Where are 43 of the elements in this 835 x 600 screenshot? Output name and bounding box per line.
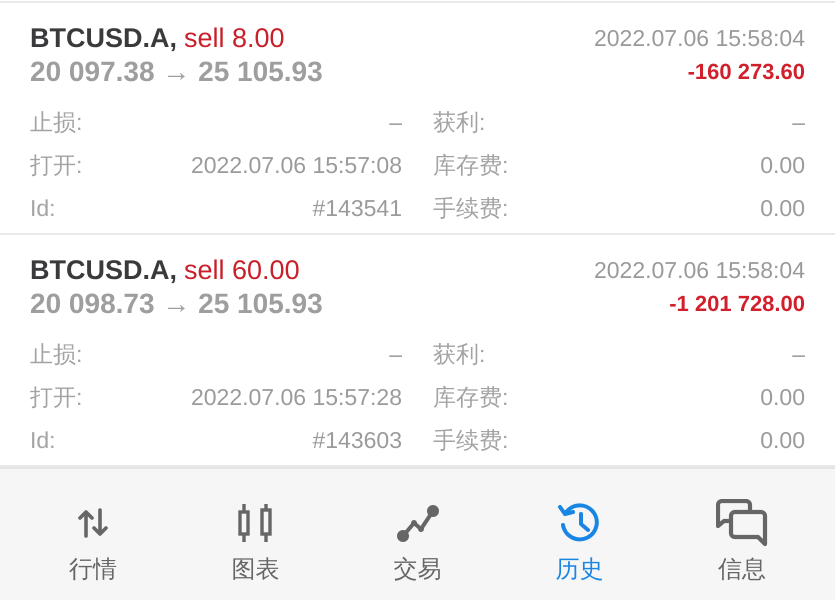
line-chart-icon — [396, 503, 440, 543]
field-label: 库存费: — [433, 151, 508, 180]
field-value: 0.00 — [760, 195, 805, 222]
price-range-text: 20 097.38 → 25 105.93 — [30, 56, 323, 88]
field-label: Id: — [30, 195, 56, 222]
close-time-text: 2022.07.06 15:58:04 — [594, 24, 805, 52]
profit-text: -1 201 728.00 — [669, 291, 805, 317]
field-label: 获利: — [433, 108, 486, 137]
field-value: 0.00 — [760, 427, 805, 454]
field-value: – — [792, 341, 805, 368]
field-label: 手续费: — [433, 194, 508, 223]
order-side-text: sell 60.00 — [184, 254, 300, 284]
price-range-text: 20 098.73 → 25 105.93 — [30, 288, 323, 320]
field-label: 获利: — [433, 340, 486, 369]
field-label: 止损: — [30, 340, 82, 369]
field-value: 2022.07.06 15:57:08 — [190, 152, 402, 179]
field-value: – — [389, 109, 402, 136]
nav-tab[interactable]: 历史 — [498, 469, 661, 600]
field-value: #143603 — [312, 427, 402, 454]
field-label: 打开: — [30, 383, 82, 412]
close-time-text: 2022.07.06 15:58:04 — [594, 256, 805, 284]
symbol-text: BTCUSD.A, — [30, 22, 177, 52]
field-label: 打开: — [30, 151, 82, 180]
field-value: – — [792, 109, 805, 136]
nav-tab[interactable]: 图表 — [174, 469, 336, 600]
candlestick-icon — [238, 503, 272, 543]
field-label: Id: — [30, 427, 56, 454]
order-side-text: sell 8.00 — [184, 22, 285, 52]
field-label: 手续费: — [433, 426, 508, 455]
field-value: 2022.07.06 15:57:28 — [190, 384, 402, 411]
up-down-arrows-icon — [77, 508, 110, 538]
symbol-text: BTCUSD.A, — [30, 254, 177, 284]
profit-text: -160 273.60 — [688, 59, 805, 85]
field-label: 止损: — [30, 108, 82, 137]
field-value: – — [389, 341, 402, 368]
field-value: 0.00 — [760, 152, 805, 179]
field-value: 0.00 — [760, 384, 805, 411]
field-label: 库存费: — [433, 383, 508, 412]
chat-bubbles-icon — [716, 499, 768, 547]
nav-tab[interactable]: 行情 — [12, 469, 174, 600]
field-value: #143541 — [312, 195, 402, 222]
nav-tab[interactable]: 信息 — [660, 469, 824, 600]
nav-tab[interactable]: 交易 — [336, 469, 499, 600]
